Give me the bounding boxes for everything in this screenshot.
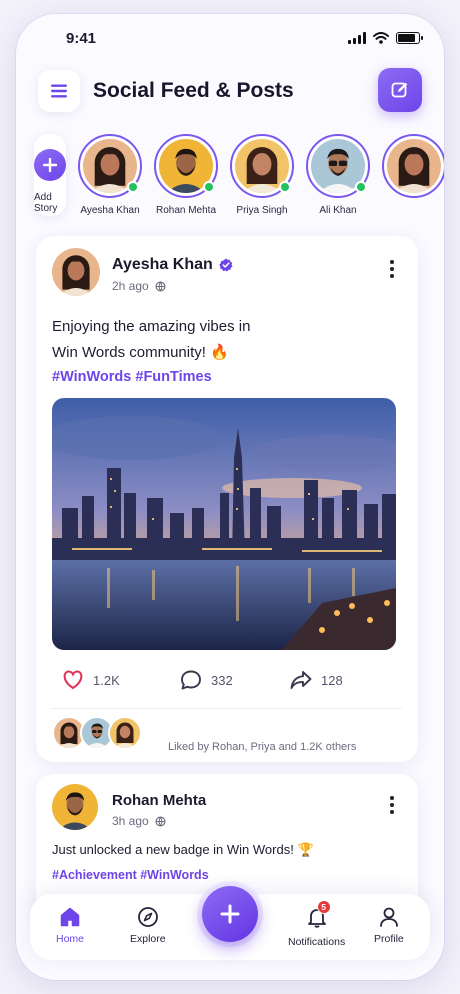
nav-label: Home xyxy=(56,933,85,945)
header: Social Feed & Posts xyxy=(38,68,422,114)
story-item[interactable]: Rohan Mehta xyxy=(154,134,218,224)
post-hashtags[interactable]: #WinWords #FunTimes xyxy=(52,369,212,385)
plus-icon xyxy=(34,149,66,181)
add-story-button[interactable]: Add Story xyxy=(34,134,66,216)
nav-home[interactable]: Home xyxy=(56,906,84,945)
time-label: 3h ago xyxy=(112,814,149,828)
post-text: Enjoying the amazing vibes in Win Words … xyxy=(52,314,392,366)
post-text-line: Enjoying the amazing vibes in xyxy=(52,318,251,335)
story-item[interactable]: Priya Singh xyxy=(230,134,294,224)
create-post-button[interactable] xyxy=(202,886,258,942)
notification-badge: 5 xyxy=(316,900,331,914)
nav-profile[interactable]: Profile xyxy=(374,906,404,945)
like-button[interactable]: 1.2K xyxy=(62,670,120,690)
story-item[interactable]: Ali Khan xyxy=(306,134,370,224)
post-actions: 1.2K 332 128 xyxy=(62,670,392,694)
avatar xyxy=(387,139,441,193)
share-button[interactable]: 128 xyxy=(290,670,343,690)
globe-icon xyxy=(155,816,166,826)
divider xyxy=(52,708,402,709)
city-skyline-image xyxy=(52,398,396,650)
story-name: Priya Singh xyxy=(236,205,288,216)
author-name: Ayesha Khan xyxy=(112,256,213,273)
status-bar: 9:41 xyxy=(16,14,444,64)
story-name: Ayesha Khan xyxy=(80,205,140,216)
signal-icon xyxy=(348,32,366,44)
like-count: 1.2K xyxy=(93,672,120,688)
bottom-navigation: Home Explore 5 Notifications Profile xyxy=(30,886,430,960)
nav-explore[interactable]: Explore xyxy=(130,906,166,945)
time-label: 2h ago xyxy=(112,279,149,293)
hamburger-icon xyxy=(51,84,67,98)
plus-icon xyxy=(220,904,240,924)
post-time: 3h ago xyxy=(112,814,166,828)
post-author[interactable]: Rohan Mehta xyxy=(112,792,206,809)
comment-button[interactable]: 332 xyxy=(180,670,233,690)
post-text-line: Win Words community! 🔥 xyxy=(52,344,229,361)
story-name: Ali Khan xyxy=(319,205,357,216)
battery-icon xyxy=(396,32,423,44)
wifi-icon xyxy=(373,32,389,44)
comment-icon xyxy=(181,670,201,690)
post-author[interactable]: Ayesha Khan xyxy=(112,256,233,274)
home-icon xyxy=(60,907,80,927)
verified-icon xyxy=(219,258,233,272)
compose-button[interactable] xyxy=(378,68,422,112)
post-hashtags[interactable]: #Achievement #WinWords xyxy=(52,868,209,882)
status-icons xyxy=(348,32,423,44)
page-title: Social Feed & Posts xyxy=(93,79,294,102)
user-icon xyxy=(379,907,398,927)
bell-wrapper: 5 xyxy=(306,900,331,931)
nav-label: Notifications xyxy=(288,936,346,948)
more-options-icon[interactable] xyxy=(390,260,394,278)
avatar xyxy=(108,716,142,750)
online-indicator xyxy=(279,181,291,193)
post-image[interactable] xyxy=(52,398,396,650)
nav-label: Profile xyxy=(374,933,404,945)
edit-icon xyxy=(391,82,408,98)
stories-row: Add Story Ayesha Khan Rohan Mehta Priya … xyxy=(34,134,444,224)
online-indicator xyxy=(203,181,215,193)
heart-icon xyxy=(63,670,83,690)
author-name: Rohan Mehta xyxy=(112,792,207,809)
avatar[interactable] xyxy=(52,248,100,296)
post-card: Ayesha Khan 2h ago Enjoying the amazing … xyxy=(36,236,418,762)
story-item-partial[interactable] xyxy=(382,134,444,224)
globe-icon xyxy=(155,281,166,291)
story-name: Rohan Mehta xyxy=(155,205,217,216)
online-indicator xyxy=(355,181,367,193)
share-count: 128 xyxy=(321,672,343,688)
menu-button[interactable] xyxy=(38,70,80,112)
phone-frame: 9:41 Social Feed & Posts Add Story Ayesh… xyxy=(16,14,444,980)
compass-icon xyxy=(137,907,158,927)
nav-label: Explore xyxy=(130,933,166,945)
liker-avatars[interactable] xyxy=(52,716,142,750)
share-icon xyxy=(290,671,312,689)
online-indicator xyxy=(127,181,139,193)
avatar[interactable] xyxy=(52,784,98,830)
post-text: Just unlocked a new badge in Win Words! … xyxy=(52,842,314,857)
comment-count: 332 xyxy=(211,672,233,688)
liked-by-text[interactable]: Liked by Rohan, Priya and 1.2K others xyxy=(168,741,356,753)
nav-notifications[interactable]: 5 Notifications xyxy=(288,900,346,948)
post-time: 2h ago xyxy=(112,279,166,293)
add-story-label: Add Story xyxy=(34,192,58,214)
status-time: 9:41 xyxy=(66,30,97,47)
story-item[interactable]: Ayesha Khan xyxy=(78,134,142,224)
more-options-icon[interactable] xyxy=(390,796,394,814)
